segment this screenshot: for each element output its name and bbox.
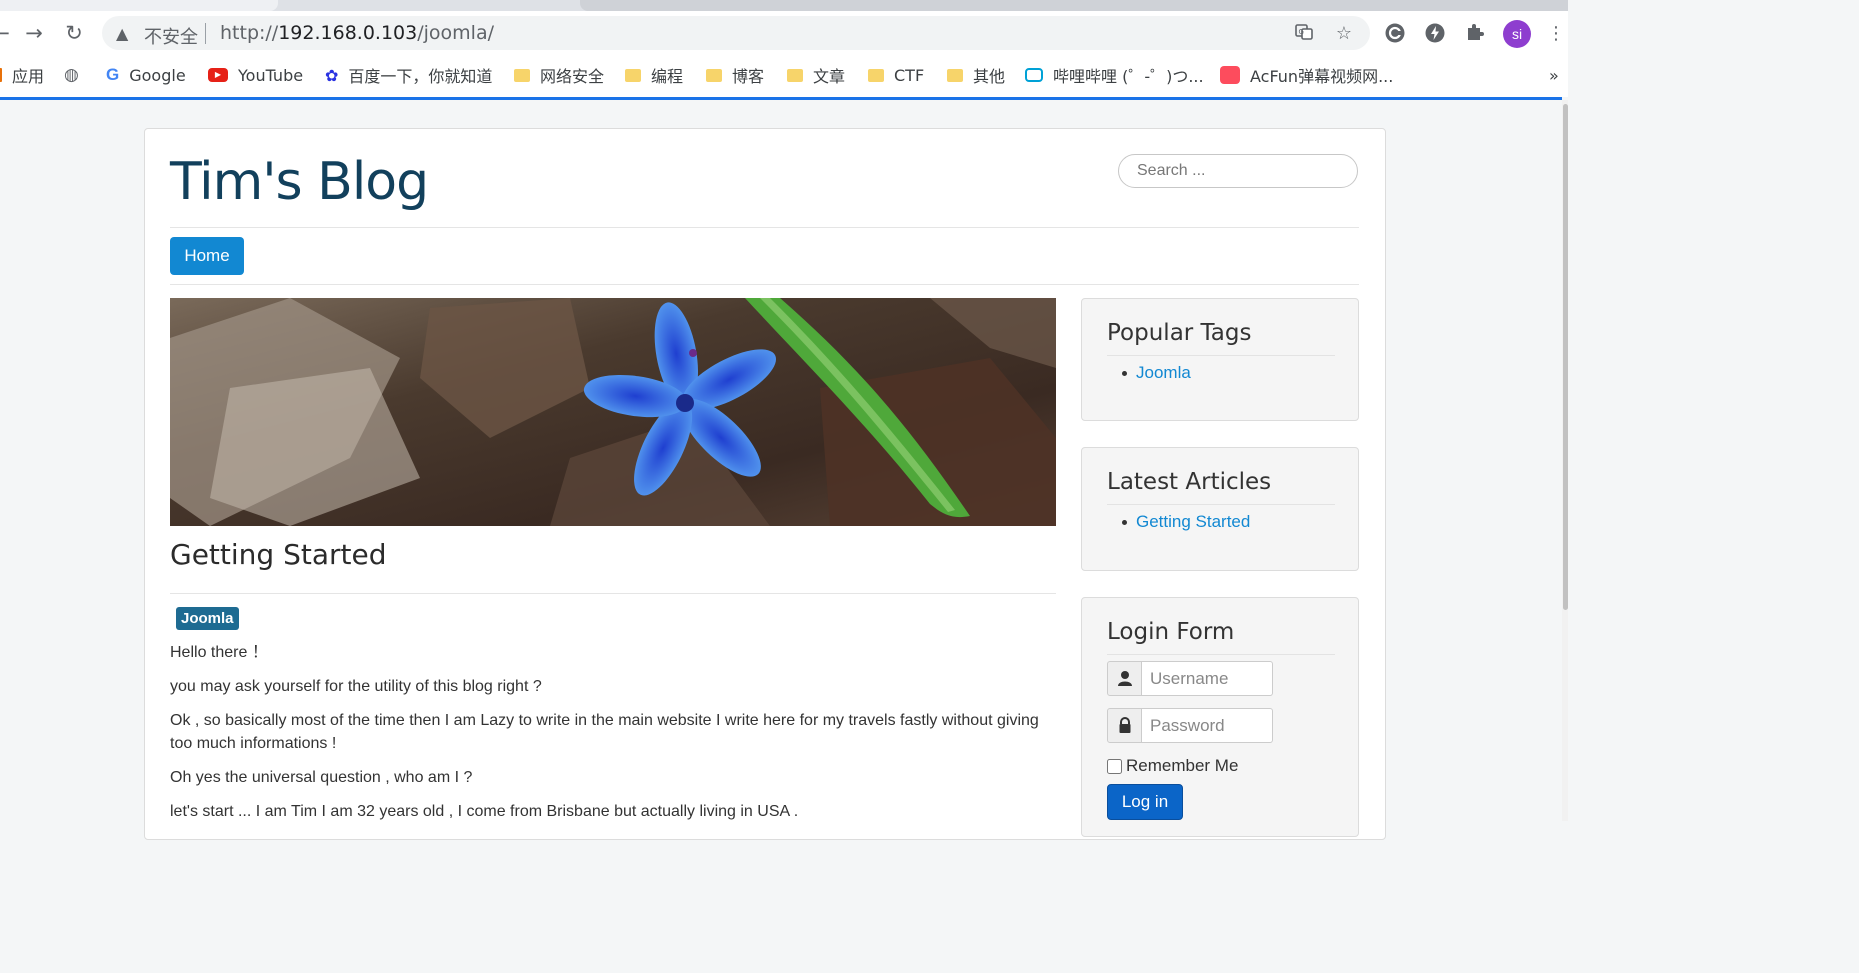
loading-bar <box>0 97 1562 100</box>
extension-c-icon[interactable] <box>1383 22 1407 46</box>
latest-article-link[interactable]: Getting Started <box>1136 512 1250 532</box>
bookmark-label: 文章 <box>813 67 846 86</box>
url-host: 192.168.0.103 <box>278 22 418 44</box>
article-paragraph: Oh yes the universal question , who am I… <box>170 769 473 786</box>
article-paragraph: Hello there ！ <box>170 644 268 661</box>
bookmark-label: CTF <box>894 65 925 85</box>
article-paragraph: you may ask yourself for the utility of … <box>170 678 542 695</box>
back-arrow-icon[interactable]: ← <box>0 20 14 46</box>
youtube-icon: ▶ <box>208 68 228 82</box>
divider <box>1107 654 1335 655</box>
bookmark-label: 其他 <box>973 67 1006 86</box>
svg-text:G: G <box>1299 28 1304 36</box>
remember-me-label: Remember Me <box>1126 756 1239 775</box>
reload-icon[interactable]: ↻ <box>61 20 87 46</box>
url-path: /joomla/ <box>417 22 494 44</box>
forward-arrow-icon[interactable]: → <box>21 20 47 46</box>
remember-me[interactable]: Remember Me <box>1107 756 1238 776</box>
user-icon <box>1107 661 1142 696</box>
latest-articles-title: Latest Articles <box>1107 469 1272 495</box>
divider <box>170 593 1056 594</box>
article-title[interactable]: Getting Started <box>170 538 386 571</box>
popular-tags-panel <box>1081 298 1359 421</box>
scrollbar-thumb[interactable] <box>1563 104 1568 610</box>
bookmark-youtube[interactable]: ▶ YouTube <box>208 64 303 86</box>
profile-avatar[interactable]: si <box>1503 20 1531 48</box>
folder-icon <box>514 68 530 82</box>
address-separator <box>205 23 206 44</box>
bullet-icon <box>1122 519 1127 525</box>
google-icon: G <box>106 65 120 84</box>
article-paragraph: Ok , so basically most of the time then … <box>170 712 1039 752</box>
acfun-icon <box>1220 66 1240 84</box>
bookmark-google[interactable]: G Google <box>106 64 186 86</box>
bookmark-apps[interactable]: 应用 <box>0 64 44 86</box>
divider <box>170 284 1359 285</box>
folder-icon <box>625 68 641 82</box>
bookmark-folder-ctf[interactable]: CTF <box>868 64 924 86</box>
divider <box>1107 355 1335 356</box>
lock-icon <box>1107 708 1142 743</box>
warning-icon[interactable]: ▲ <box>116 24 128 43</box>
nav-home-button[interactable]: Home <box>170 237 244 275</box>
apps-icon <box>0 68 2 82</box>
bookmarks-overflow[interactable]: » <box>1549 64 1559 86</box>
hero-image <box>170 298 1056 526</box>
puzzle-icon[interactable] <box>1463 22 1487 46</box>
menu-dots-icon[interactable]: ⋮ <box>1544 22 1568 46</box>
bilibili-icon <box>1025 68 1043 82</box>
popular-tags-title: Popular Tags <box>1107 320 1252 346</box>
bookmark-label: 博客 <box>732 67 765 86</box>
remember-me-checkbox[interactable] <box>1107 758 1122 774</box>
bookmark-label: AcFun弹幕视频网... <box>1250 67 1394 86</box>
popular-tag-item[interactable]: Joomla <box>1122 363 1191 383</box>
folder-icon <box>706 68 722 82</box>
search-input[interactable] <box>1118 154 1358 188</box>
bookmark-label: 哔哩哔哩 (゜-゜)つ... <box>1053 67 1204 86</box>
bookmark-folder-other[interactable]: 其他 <box>947 64 1005 86</box>
lightning-icon[interactable] <box>1423 22 1447 46</box>
bookmark-acfun[interactable]: AcFun弹幕视频网... <box>1220 64 1393 86</box>
bookmark-folder-blog[interactable]: 博客 <box>706 64 764 86</box>
bookmark-folder-articles[interactable]: 文章 <box>787 64 845 86</box>
bookmark-folder-programming[interactable]: 编程 <box>625 64 683 86</box>
translate-icon[interactable]: G <box>1292 22 1316 46</box>
site-brand[interactable]: Tim's Blog <box>170 152 429 212</box>
globe-icon: ◍ <box>64 65 79 85</box>
bookmark-folder-security[interactable]: 网络安全 <box>514 64 604 86</box>
bookmark-label: 百度一下，你就知道 <box>348 67 493 86</box>
login-title: Login Form <box>1107 619 1235 645</box>
divider <box>1107 504 1335 505</box>
bookmark-label: YouTube <box>238 65 304 85</box>
bookmark-baidu[interactable]: ✿ 百度一下，你就知道 <box>325 64 493 87</box>
bookmark-label: 网络安全 <box>540 67 605 86</box>
article-paragraph: let's start ... I am Tim I am 32 years o… <box>170 803 799 820</box>
folder-icon <box>787 68 803 82</box>
login-button[interactable]: Log in <box>1107 784 1183 820</box>
latest-article-item[interactable]: Getting Started <box>1122 512 1250 532</box>
inactive-tab[interactable] <box>580 0 1568 11</box>
username-input[interactable] <box>1142 661 1273 696</box>
divider <box>170 227 1359 228</box>
insecure-label[interactable]: 不安全 <box>144 23 198 49</box>
baidu-icon: ✿ <box>325 65 339 85</box>
bookmark-label: Google <box>129 65 186 85</box>
bullet-icon <box>1122 370 1127 376</box>
password-input[interactable] <box>1142 708 1273 743</box>
url-scheme: http:// <box>220 22 279 44</box>
bookmark-label: 编程 <box>651 67 684 86</box>
folder-icon <box>868 68 884 82</box>
folder-icon <box>947 68 963 82</box>
active-tab[interactable] <box>0 0 278 11</box>
star-icon[interactable]: ☆ <box>1332 22 1356 46</box>
popular-tag-link[interactable]: Joomla <box>1136 363 1191 383</box>
bookmark-globe[interactable]: ◍ <box>64 64 79 86</box>
bookmark-bilibili[interactable]: 哔哩哔哩 (゜-゜)つ... <box>1025 64 1204 86</box>
url-text[interactable]: http://192.168.0.103/joomla/ <box>220 22 494 44</box>
latest-articles-panel <box>1081 447 1359 571</box>
article-tag-badge[interactable]: Joomla <box>176 607 239 630</box>
bookmark-label: 应用 <box>12 67 45 86</box>
